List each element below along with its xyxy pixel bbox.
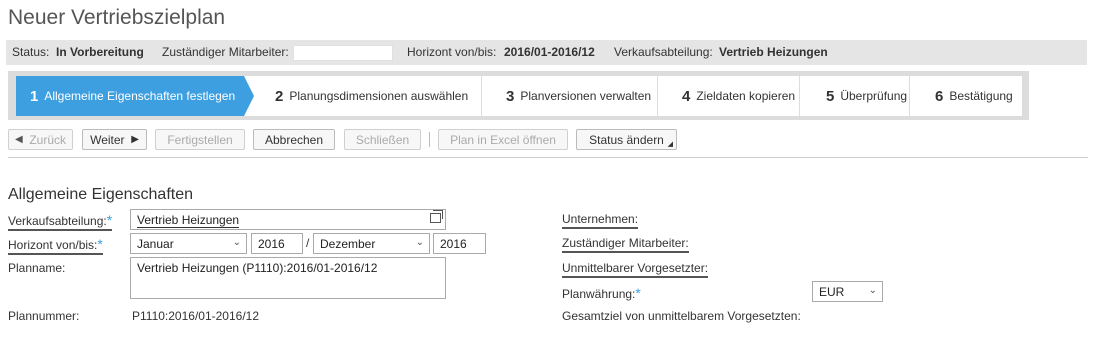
asterisk-icon: *	[635, 285, 641, 301]
roadmap-step-5[interactable]: 5 Überprüfung	[812, 76, 922, 116]
next-button[interactable]: Weiter ▶	[82, 129, 147, 150]
roadmap-step-1[interactable]: 1 Allgemeine Eigenschaften festlegen	[16, 76, 244, 116]
cancel-button[interactable]: Abbrechen	[253, 129, 335, 150]
plan-name-label: Planname:	[8, 261, 66, 275]
dept-label: Verkaufsabteilung:	[614, 45, 713, 59]
range-separator: /	[306, 236, 310, 250]
roadmap-step-3[interactable]: 3 Planversionen verwalten	[492, 76, 672, 116]
chevron-down-icon: ⌄	[868, 285, 877, 296]
open-excel-button[interactable]: Plan in Excel öffnen	[438, 129, 568, 150]
chevron-down-icon: ⌄	[415, 237, 424, 248]
close-button[interactable]: Schließen	[344, 129, 421, 150]
toolbar-divider	[429, 132, 430, 147]
dropdown-corner-icon: ◢	[667, 141, 673, 148]
roadmap-step-6[interactable]: 6 Bestätigung	[921, 76, 1021, 116]
roadmap: 1 Allgemeine Eigenschaften festlegen 2 Pla…	[8, 71, 1029, 120]
to-month-select[interactable]: Dezember ⌄	[313, 233, 430, 254]
supervisor-target-label: Gesamtziel von unmittelbarem Vorgesetzte…	[562, 309, 801, 323]
employee-label: Zuständiger Mitarbeiter:	[162, 45, 289, 59]
status-label: Status:	[12, 45, 50, 59]
dept-label: Verkaufsabteilung:*	[8, 212, 113, 231]
divider	[8, 157, 1088, 158]
employee-label: Zuständiger Mitarbeiter:	[562, 236, 689, 253]
to-year-input[interactable]: 2016	[433, 233, 486, 254]
asterisk-icon: *	[106, 212, 113, 228]
roadmap-step-2[interactable]: 2 Planungsdimensionen auswählen	[261, 76, 481, 116]
copy-icon[interactable]	[430, 210, 443, 223]
from-month-select[interactable]: Januar ⌄	[130, 233, 247, 254]
page-title: Neuer Vertriebszielplan	[8, 6, 226, 29]
chevron-right-icon: ▶	[131, 134, 139, 145]
roadmap-step-4[interactable]: 4 Zieldaten kopieren	[668, 76, 808, 116]
employee-field	[293, 45, 393, 61]
dept-value: Vertrieb Heizungen	[719, 45, 828, 59]
from-year-input[interactable]: 2016	[251, 233, 303, 254]
plan-name-textarea[interactable]: Vertrieb Heizungen (P1110):2016/01-2016/…	[130, 257, 446, 299]
finish-button[interactable]: Fertigstellen	[155, 129, 245, 150]
currency-label: Planwährung:*	[562, 285, 641, 301]
chevron-down-icon: ⌄	[232, 237, 241, 248]
status-value: In Vorbereitung	[56, 45, 144, 59]
plan-number-value: P1110:2016/01-2016/12	[132, 309, 260, 323]
plan-number-label: Plannummer:	[8, 309, 80, 323]
currency-select[interactable]: EUR ⌄	[812, 281, 883, 302]
horizon-label: Horizont von/bis:	[407, 45, 497, 59]
asterisk-icon: *	[97, 236, 103, 252]
chevron-left-icon: ◀	[14, 134, 23, 145]
horizon-label: Horizont von/bis:*	[8, 236, 103, 255]
horizon-value: 2016/01-2016/12	[504, 45, 595, 59]
back-button[interactable]: ◀ Zurück	[8, 129, 73, 150]
status-bar: Status: In Vorbereitung Zuständiger Mita…	[6, 40, 1087, 65]
status-change-button[interactable]: Status ändern ◢	[576, 129, 677, 150]
supervisor-label: Unmittelbarer Vorgesetzter:	[562, 261, 709, 278]
company-label: Unternehmen:	[562, 212, 639, 229]
section-title: Allgemeine Eigenschaften	[8, 186, 194, 203]
dept-field[interactable]: Vertrieb Heizungen	[130, 209, 446, 230]
